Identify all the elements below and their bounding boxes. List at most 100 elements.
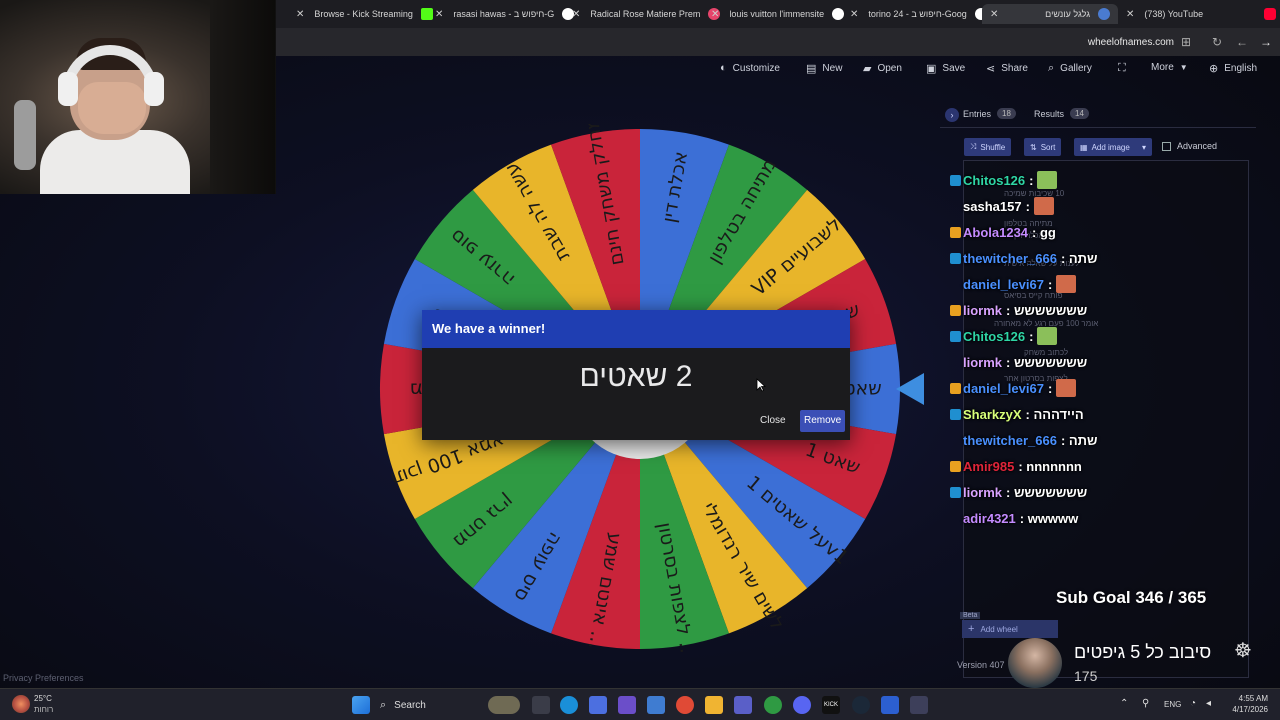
fullscreen-icon: ⛶ — [1118, 62, 1126, 74]
tab-rasasi[interactable]: ✕ rasasi hawas - חיפוש ב-G — [435, 4, 575, 24]
close-tab-icon[interactable]: ✕ — [990, 9, 998, 20]
edge-icon[interactable] — [560, 696, 578, 714]
wifi-icon[interactable]: ◔ — [1190, 698, 1196, 709]
tab-torino[interactable]: ✕ torino 24 - חיפוש ב-Goog — [850, 4, 987, 24]
close-button[interactable]: Close — [756, 410, 790, 432]
kick-favicon-icon — [420, 8, 433, 20]
app-icon[interactable] — [764, 696, 782, 714]
reload-icon[interactable]: ↻ — [1212, 35, 1222, 49]
tune-icon[interactable]: ⊞ — [1181, 35, 1191, 49]
more-label: More — [1151, 62, 1174, 73]
weather-icon[interactable] — [12, 695, 30, 713]
widgets-icon[interactable] — [488, 696, 520, 714]
winner-dialog-header: We have a winner! — [422, 310, 850, 348]
teams-icon[interactable] — [734, 696, 752, 714]
url-text[interactable]: wheelofnames.com — [1088, 37, 1174, 48]
chat-emote-icon — [1056, 379, 1077, 397]
collapse-icon[interactable]: › — [945, 108, 959, 122]
close-tab-icon[interactable]: ✕ — [711, 9, 719, 20]
chat-text: : — [1047, 276, 1053, 292]
chat-badge-icon — [950, 252, 961, 264]
tab-title: torino 24 - חיפוש ב-Goog — [868, 9, 967, 19]
discord-icon[interactable] — [793, 696, 811, 714]
youtube-favicon-icon — [1264, 8, 1276, 20]
chrome-icon[interactable] — [676, 696, 694, 714]
close-tab-icon[interactable]: ✕ — [1126, 9, 1134, 20]
taskbar-search[interactable]: ⌕ Search — [380, 694, 480, 716]
close-tab-icon[interactable]: ✕ — [435, 9, 443, 20]
gift-text: סיבוב כל 5 גיפטים — [1074, 642, 1212, 662]
steam-icon[interactable] — [852, 696, 870, 714]
close-tab-icon[interactable]: ✕ — [850, 9, 858, 20]
ferris-wheel-icon: ☸ — [1234, 640, 1252, 662]
chat-text: : — [1029, 328, 1034, 344]
chat-badge-icon — [950, 330, 961, 342]
save-icon: ▣ — [926, 63, 937, 75]
tab-results[interactable]: Results 14 — [1034, 108, 1089, 119]
more-menu[interactable]: More ▼ — [1151, 62, 1188, 73]
add-image-button[interactable]: ▦ Add image ▾ — [1074, 138, 1152, 156]
kick-icon[interactable]: KICK — [822, 696, 840, 714]
chat-badge-icon — [950, 486, 961, 498]
chat-badge-icon — [950, 226, 961, 238]
chat-text: : gg — [1032, 224, 1056, 240]
chat-badge-icon — [950, 382, 961, 394]
tab-kick[interactable]: ✕ Browse - Kick Streaming — [296, 4, 433, 24]
version-text: Version 407 — [957, 660, 1005, 670]
file-explorer-icon[interactable] — [705, 696, 723, 714]
open-button[interactable]: ▰ Open — [863, 62, 902, 75]
copilot-icon[interactable] — [618, 696, 636, 714]
share-button[interactable]: ⋖ Share — [986, 62, 1028, 75]
winner-dialog: We have a winner! 2 שאטים Close Remove — [422, 310, 850, 440]
tab-entries[interactable]: Entries 18 — [963, 108, 1016, 119]
advanced-checkbox[interactable]: Advanced — [1162, 141, 1217, 151]
shuffle-icon: ⤨ — [970, 142, 977, 151]
remove-button[interactable]: Remove — [800, 410, 846, 432]
beta-badge: Beta — [960, 612, 981, 619]
chat-badge-icon — [950, 513, 961, 524]
language-indicator[interactable]: ENG — [1164, 700, 1181, 709]
privacy-preferences-link[interactable]: Privacy Preferences — [3, 673, 84, 683]
chat-username: sasha157 — [963, 198, 1022, 214]
clock-time[interactable]: 4:55 AM — [1228, 694, 1268, 703]
chat-message: Abola1234: gg — [950, 222, 1056, 242]
chat-badge-icon — [950, 435, 961, 446]
address-bar[interactable]: wheelofnames.com ⊞ ↻ ← → — [276, 28, 1280, 56]
customize-button[interactable]: ◐ Customize — [720, 62, 780, 74]
tray-chevron-up-icon[interactable]: ⌃ — [1120, 698, 1128, 709]
store-icon[interactable] — [589, 696, 607, 714]
close-tab-icon[interactable]: ✕ — [296, 9, 304, 20]
language-button[interactable]: ⊕ English — [1209, 62, 1257, 75]
forward-icon[interactable]: → — [1260, 35, 1272, 49]
app-icon[interactable] — [881, 696, 899, 714]
entries-count-badge: 18 — [997, 108, 1016, 119]
save-button[interactable]: ▣ Save — [926, 62, 965, 75]
tab-youtube[interactable]: ✕ (738) YouTube — [1126, 4, 1276, 24]
tray-app-icon[interactable]: ⚲ — [1142, 698, 1149, 709]
chat-username: thewitcher_666 — [963, 250, 1057, 266]
clock-date[interactable]: 4/17/2026 — [1220, 705, 1268, 714]
close-tab-icon[interactable]: ✕ — [572, 9, 580, 20]
chat-username: liormk — [963, 302, 1003, 318]
app-icon[interactable] — [647, 696, 665, 714]
sort-button[interactable]: ⇅ Sort — [1024, 138, 1062, 156]
shuffle-button[interactable]: ⤨ Shuffle — [964, 138, 1012, 156]
wheel-pointer-icon — [896, 373, 924, 405]
tab-louis-vuitton[interactable]: ✕ louis vuitton l'immensite — [711, 4, 845, 24]
tab-wheel[interactable]: ✕ גלגל עונשים — [982, 4, 1118, 24]
save-label: Save — [942, 63, 966, 74]
gallery-button[interactable]: ⌕ Gallery — [1048, 62, 1092, 75]
fullscreen-button[interactable]: ⛶ — [1118, 62, 1132, 75]
new-button[interactable]: ▤ New — [806, 62, 842, 75]
chat-message: Chitos126: — [950, 170, 1058, 190]
winner-dialog-title: We have a winner! — [432, 321, 546, 336]
chat-emote-icon — [1037, 171, 1058, 189]
app-icon[interactable] — [910, 696, 928, 714]
volume-icon[interactable]: ◂ — [1206, 698, 1211, 709]
windows-start-icon[interactable] — [352, 696, 370, 714]
task-view-icon[interactable] — [532, 696, 550, 714]
back-icon[interactable]: ← — [1236, 35, 1248, 49]
tab-radical-rose[interactable]: ✕ Radical Rose Matiere Prem — [572, 4, 721, 24]
panel-tabs: › Entries 18 Results 14 — [940, 100, 1256, 128]
chat-text: : ששששששש — [1006, 302, 1088, 318]
